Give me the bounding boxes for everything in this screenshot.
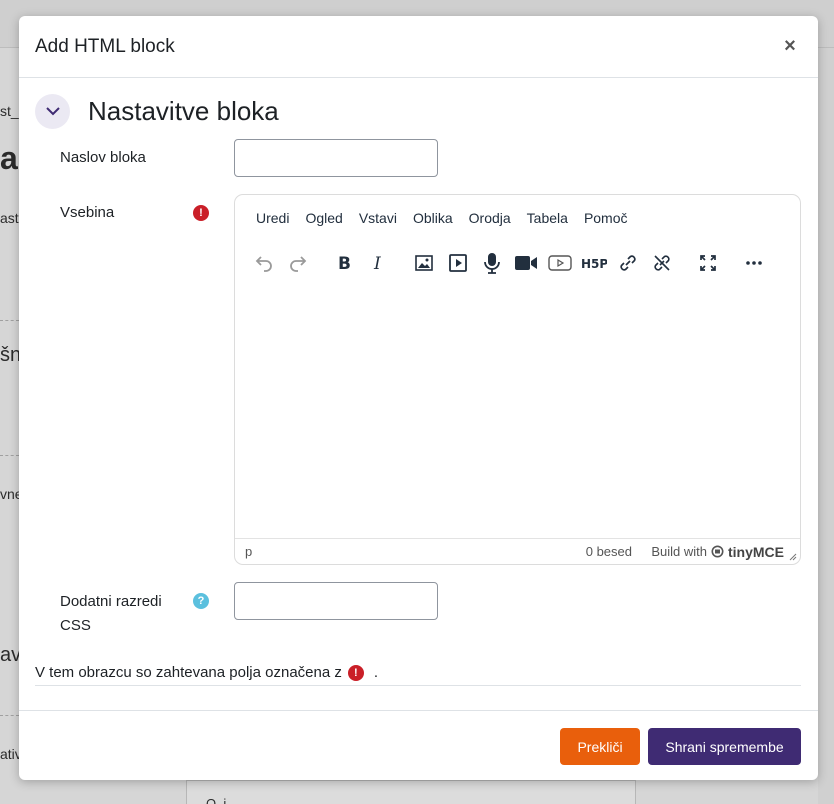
menu-table[interactable]: Tabela xyxy=(519,210,576,226)
redo-button[interactable] xyxy=(281,247,315,279)
more-icon xyxy=(746,261,762,265)
menu-tools[interactable]: Orodja xyxy=(461,210,519,226)
rich-text-editor: Uredi Ogled Vstavi Oblika Orodja Tabela … xyxy=(234,194,801,565)
required-icon: ! xyxy=(193,205,209,221)
editor-menubar: Uredi Ogled Vstavi Oblika Orodja Tabela … xyxy=(235,195,800,241)
record-video-button[interactable] xyxy=(509,247,543,279)
section-header: Nastavitve bloka xyxy=(35,94,279,129)
editor-content-area[interactable] xyxy=(235,285,800,539)
italic-button[interactable]: I xyxy=(361,247,395,279)
svg-text:B: B xyxy=(338,254,351,273)
background-text: av xyxy=(0,644,22,666)
required-fields-note: V tem obrazcu so zahtevana polja označen… xyxy=(35,664,378,681)
add-html-block-modal: Add HTML block × Nastavitve bloka Naslov… xyxy=(19,16,818,780)
help-icon[interactable]: ? xyxy=(193,593,209,609)
more-button[interactable] xyxy=(737,247,771,279)
bold-button[interactable]: B xyxy=(327,247,361,279)
word-count[interactable]: 0 besed xyxy=(586,544,632,559)
unlink-icon xyxy=(654,255,670,271)
record-audio-button[interactable] xyxy=(475,247,509,279)
italic-icon: I xyxy=(373,254,381,273)
svg-text:H5P: H5P xyxy=(581,257,607,271)
fullscreen-icon xyxy=(700,255,716,271)
insert-image-button[interactable] xyxy=(407,247,441,279)
microphone-icon xyxy=(484,253,500,274)
tinymce-logo-icon xyxy=(711,545,724,558)
menu-format[interactable]: Oblika xyxy=(405,210,461,226)
tinymce-branding[interactable]: Build with tinyMCE xyxy=(651,544,784,560)
image-icon xyxy=(415,255,433,271)
menu-view[interactable]: Ogled xyxy=(297,210,350,226)
cancel-button[interactable]: Prekliči xyxy=(560,728,640,765)
link-icon xyxy=(620,255,636,271)
embed-video-button[interactable] xyxy=(543,247,577,279)
content-label: Vsebina xyxy=(60,204,115,221)
branding-prefix: Build with xyxy=(651,544,707,559)
video-camera-icon xyxy=(515,256,537,270)
modal-title: Add HTML block xyxy=(35,35,175,57)
collapse-section-button[interactable] xyxy=(35,94,70,129)
background-text: O..i... xyxy=(206,796,238,804)
bold-icon: B xyxy=(338,254,351,273)
undo-icon xyxy=(255,256,272,272)
insert-link-button[interactable] xyxy=(611,247,645,279)
css-classes-input[interactable] xyxy=(234,582,438,620)
menu-edit[interactable]: Uredi xyxy=(248,210,297,226)
branding-name: tinyMCE xyxy=(728,543,784,560)
editor-statusbar: p 0 besed Build with tinyMCE xyxy=(235,538,800,564)
video-embed-icon xyxy=(548,255,572,271)
block-title-input[interactable] xyxy=(234,139,438,177)
background-right-panel xyxy=(818,48,834,804)
css-classes-label-line2: CSS xyxy=(60,617,91,634)
undo-button[interactable] xyxy=(247,247,281,279)
insert-media-button[interactable] xyxy=(441,247,475,279)
close-button[interactable]: × xyxy=(780,36,800,56)
modal-header: Add HTML block × xyxy=(19,16,818,78)
fullscreen-button[interactable] xyxy=(691,247,725,279)
required-icon: ! xyxy=(347,664,364,681)
background-text: a xyxy=(0,140,18,176)
background-text: šn xyxy=(0,344,22,366)
media-icon xyxy=(449,254,467,272)
editor-toolbar: B I H5P xyxy=(235,241,800,285)
svg-text:I: I xyxy=(373,254,381,273)
menu-help[interactable]: Pomoč xyxy=(576,210,636,226)
css-classes-label-line1: Dodatni razredi xyxy=(60,593,162,610)
css-classes-label: Dodatni razredi CSS xyxy=(60,590,162,638)
element-path[interactable]: p xyxy=(245,544,252,559)
redo-icon xyxy=(290,256,307,272)
background-card xyxy=(186,780,636,804)
divider xyxy=(35,685,801,686)
menu-insert[interactable]: Vstavi xyxy=(351,210,405,226)
background-text: ast xyxy=(0,210,19,226)
required-note-text: V tem obrazcu so zahtevana polja označen… xyxy=(35,664,342,681)
modal-footer: Prekliči Shrani spremembe xyxy=(19,710,818,780)
save-changes-button[interactable]: Shrani spremembe xyxy=(648,728,801,765)
unlink-button[interactable] xyxy=(645,247,679,279)
insert-h5p-button[interactable]: H5P xyxy=(577,247,611,279)
background-text: st_ xyxy=(0,103,19,119)
resize-handle-icon[interactable] xyxy=(789,553,797,561)
required-note-end: . xyxy=(373,664,379,681)
section-title: Nastavitve bloka xyxy=(88,96,279,126)
h5p-icon: H5P xyxy=(581,257,607,271)
block-title-label: Naslov bloka xyxy=(60,149,146,166)
chevron-down-icon xyxy=(45,107,60,116)
